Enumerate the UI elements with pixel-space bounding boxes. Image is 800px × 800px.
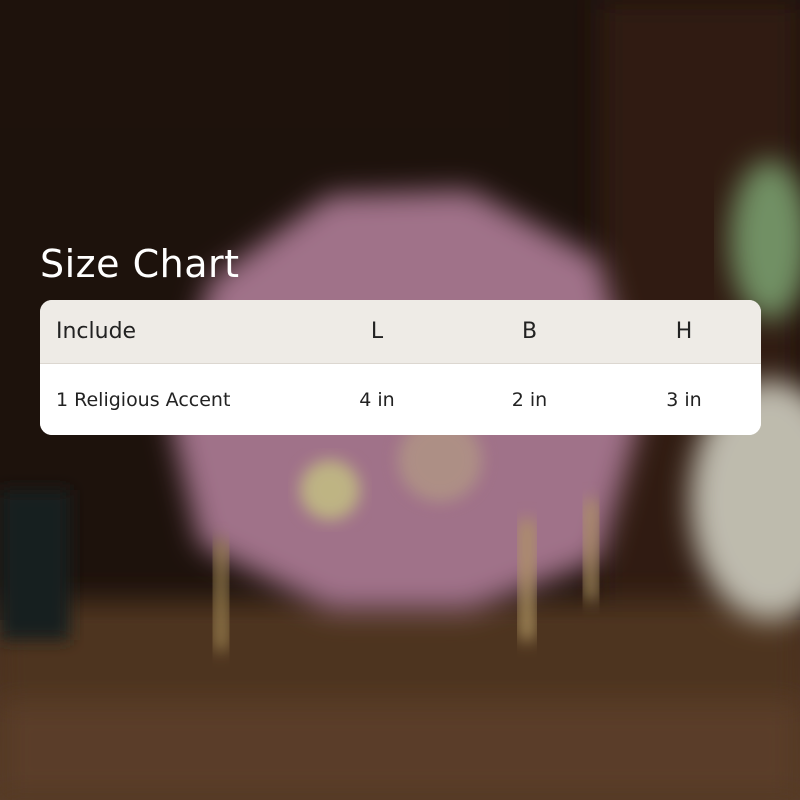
cell-length: 4 in [359, 388, 395, 411]
size-chart-title: Size Chart [40, 242, 240, 286]
size-chart-table: Include L B H 1 Religious Accent 4 in 2 … [40, 300, 761, 435]
cell-breadth: 2 in [511, 388, 548, 411]
cell-height: 3 in [666, 388, 702, 411]
cell-item-name: 1 Religious Accent [56, 388, 231, 411]
table-row: 1 Religious Accent 4 in 2 in 3 in [40, 364, 761, 435]
header-breadth: B [521, 319, 538, 344]
header-length: L [370, 319, 384, 344]
header-height: H [675, 319, 693, 344]
table-header-row: Include L B H [40, 300, 761, 364]
header-include: Include [56, 319, 137, 344]
